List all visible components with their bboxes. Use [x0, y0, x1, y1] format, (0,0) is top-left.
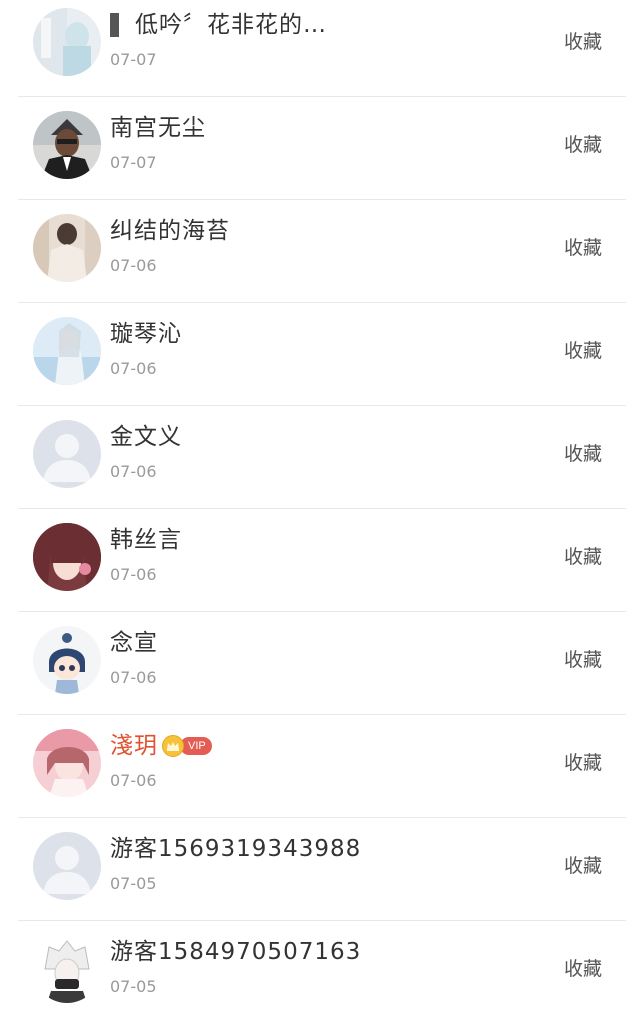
avatar-photo-icon	[33, 111, 101, 179]
date: 07-06	[110, 771, 157, 790]
avatar-cartoon-icon	[33, 626, 101, 694]
status-bar-icon	[110, 13, 119, 37]
user-name: 纠结的海苔	[110, 218, 230, 244]
default-avatar-icon	[33, 832, 101, 900]
user-name: 韩丝言	[110, 527, 182, 553]
favorite-button[interactable]: 收藏	[564, 442, 602, 466]
date: 07-07	[110, 50, 157, 69]
favorite-button[interactable]: 收藏	[564, 751, 602, 775]
favorites-list: 低吟〞花非花的… 07-07 收藏 南宫无尘 07-07 收藏 纠结的海苔 07…	[0, 0, 640, 1019]
date: 07-06	[110, 668, 157, 687]
list-item[interactable]: 纠结的海苔 07-06 收藏	[0, 200, 640, 303]
date: 07-06	[110, 256, 157, 275]
favorite-button[interactable]: 收藏	[564, 133, 602, 157]
date: 07-05	[110, 874, 157, 893]
avatar-anime-icon	[33, 935, 101, 1003]
user-name-text: 低吟〞花非花的…	[135, 12, 327, 38]
favorite-button[interactable]: 收藏	[564, 854, 602, 878]
avatar[interactable]	[33, 8, 101, 76]
user-name: 金文义	[110, 424, 182, 450]
avatar[interactable]	[33, 729, 101, 797]
vip-label: VIP	[180, 737, 212, 755]
date: 07-07	[110, 153, 157, 172]
crown-icon	[162, 735, 184, 757]
user-name: 淺玥 VIP	[110, 729, 212, 763]
list-item[interactable]: 璇琴沁 07-06 收藏	[0, 303, 640, 406]
favorite-button[interactable]: 收藏	[564, 648, 602, 672]
user-name-text: 淺玥	[110, 733, 158, 759]
vip-badge: VIP	[162, 735, 212, 757]
list-item[interactable]: 韩丝言 07-06 收藏	[0, 509, 640, 612]
list-item[interactable]: 游客1584970507163 07-05 收藏	[0, 921, 640, 1024]
favorite-button[interactable]: 收藏	[564, 30, 602, 54]
list-item[interactable]: 淺玥 VIP 07-06 收藏	[0, 715, 640, 818]
avatar[interactable]	[33, 626, 101, 694]
date: 07-06	[110, 565, 157, 584]
avatar[interactable]	[33, 523, 101, 591]
default-avatar-icon	[33, 420, 101, 488]
list-item[interactable]: 南宫无尘 07-07 收藏	[0, 97, 640, 200]
list-item[interactable]: 念宣 07-06 收藏	[0, 612, 640, 715]
list-item[interactable]: 低吟〞花非花的… 07-07 收藏	[0, 0, 640, 97]
favorite-button[interactable]: 收藏	[564, 339, 602, 363]
avatar-photo-icon	[33, 214, 101, 282]
avatar[interactable]	[33, 832, 101, 900]
avatar-photo-icon	[33, 8, 101, 76]
user-name: 游客1569319343988	[110, 836, 362, 862]
user-name: 低吟〞花非花的…	[110, 8, 327, 42]
favorite-button[interactable]: 收藏	[564, 236, 602, 260]
avatar-anime-icon	[33, 523, 101, 591]
avatar-photo-icon	[33, 729, 101, 797]
list-item[interactable]: 金文义 07-06 收藏	[0, 406, 640, 509]
avatar-photo-icon	[33, 317, 101, 385]
user-name: 游客1584970507163	[110, 939, 362, 965]
avatar[interactable]	[33, 111, 101, 179]
favorite-button[interactable]: 收藏	[564, 545, 602, 569]
user-name: 念宣	[110, 630, 158, 656]
avatar[interactable]	[33, 214, 101, 282]
favorite-button[interactable]: 收藏	[564, 957, 602, 981]
avatar[interactable]	[33, 935, 101, 1003]
date: 07-06	[110, 359, 157, 378]
date: 07-05	[110, 977, 157, 996]
user-name: 璇琴沁	[110, 321, 182, 347]
avatar[interactable]	[33, 420, 101, 488]
list-item[interactable]: 游客1569319343988 07-05 收藏	[0, 818, 640, 921]
user-name: 南宫无尘	[110, 115, 206, 141]
avatar[interactable]	[33, 317, 101, 385]
date: 07-06	[110, 462, 157, 481]
